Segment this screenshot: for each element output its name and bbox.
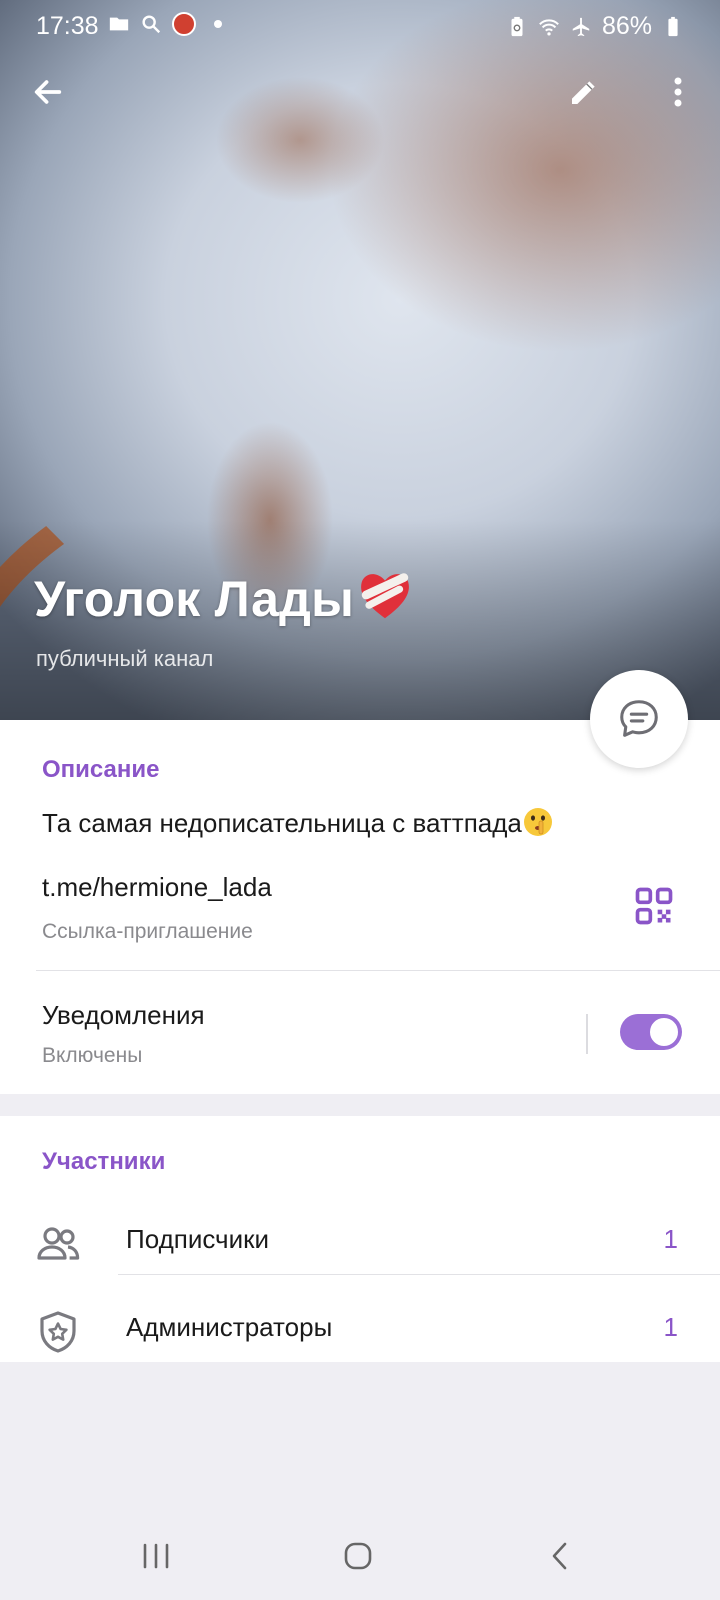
channel-info-card: Описание Та самая недописательница с ват…	[0, 720, 720, 1094]
battery-saver-icon	[511, 16, 523, 36]
home-button[interactable]	[328, 1528, 388, 1584]
chevron-left-icon	[552, 1542, 567, 1570]
shield-star-icon	[40, 1311, 76, 1353]
notifications-status: Включены	[42, 1044, 143, 1067]
recent-apps-icon	[143, 1543, 169, 1569]
subscribers-label: Подписчики	[126, 1224, 270, 1254]
more-icon	[674, 77, 682, 107]
people-icon	[37, 1227, 80, 1260]
channel-type: публичный канал	[36, 646, 214, 671]
edit-icon	[572, 81, 595, 104]
description-text: Та самая недописательница с ваттпада	[42, 806, 554, 839]
home-icon	[344, 1542, 372, 1570]
edit-button[interactable]	[554, 62, 614, 122]
recent-apps-button[interactable]	[126, 1528, 186, 1584]
chat-bubble-icon	[620, 700, 658, 737]
status-bar: 17:38 86%	[0, 0, 720, 52]
folder-icon	[109, 17, 129, 31]
shushing-face-emoji	[523, 808, 552, 836]
notifications-toggle[interactable]	[620, 1014, 682, 1050]
description-label: Описание	[42, 756, 160, 783]
qr-code-button[interactable]	[632, 884, 676, 928]
discussion-button[interactable]	[590, 670, 688, 768]
more-options-button[interactable]	[648, 62, 708, 122]
administrators-count: 1	[663, 1312, 678, 1342]
description-body: Та самая недописательница с ваттпада	[42, 808, 522, 838]
notification-dot	[214, 20, 222, 28]
vertical-separator	[586, 1014, 588, 1054]
channel-name: Уголок Лады	[34, 571, 354, 627]
channel-title: Уголок Лады	[34, 566, 414, 628]
airplane-icon	[572, 17, 590, 36]
notifications-title: Уведомления	[42, 1000, 205, 1030]
wifi-icon	[539, 18, 559, 36]
mending-heart-emoji	[361, 573, 409, 619]
administrators-label: Администраторы	[126, 1312, 333, 1342]
administrators-row[interactable]: Администраторы 1	[0, 1288, 720, 1376]
invite-link-caption: Ссылка-приглашение	[42, 920, 253, 943]
battery-icon	[668, 16, 678, 36]
qr-code-icon	[635, 887, 673, 925]
back-button[interactable]	[18, 62, 78, 122]
invite-link[interactable]: t.me/hermione_lada	[42, 872, 272, 903]
search-icon	[142, 15, 161, 34]
app-avatar-icon	[172, 12, 196, 36]
status-time: 17:38	[36, 12, 99, 40]
subscribers-count: 1	[663, 1224, 678, 1254]
battery-percent: 86%	[601, 12, 652, 40]
members-card: Участники Подписчики 1 Администраторы 1	[0, 1116, 720, 1362]
toggle-knob	[648, 1016, 680, 1048]
members-section-label: Участники	[42, 1148, 166, 1175]
back-icon	[34, 80, 62, 104]
divider	[36, 970, 720, 971]
system-back-button[interactable]	[530, 1528, 590, 1584]
system-navigation-bar	[0, 1512, 720, 1600]
divider	[118, 1274, 720, 1275]
